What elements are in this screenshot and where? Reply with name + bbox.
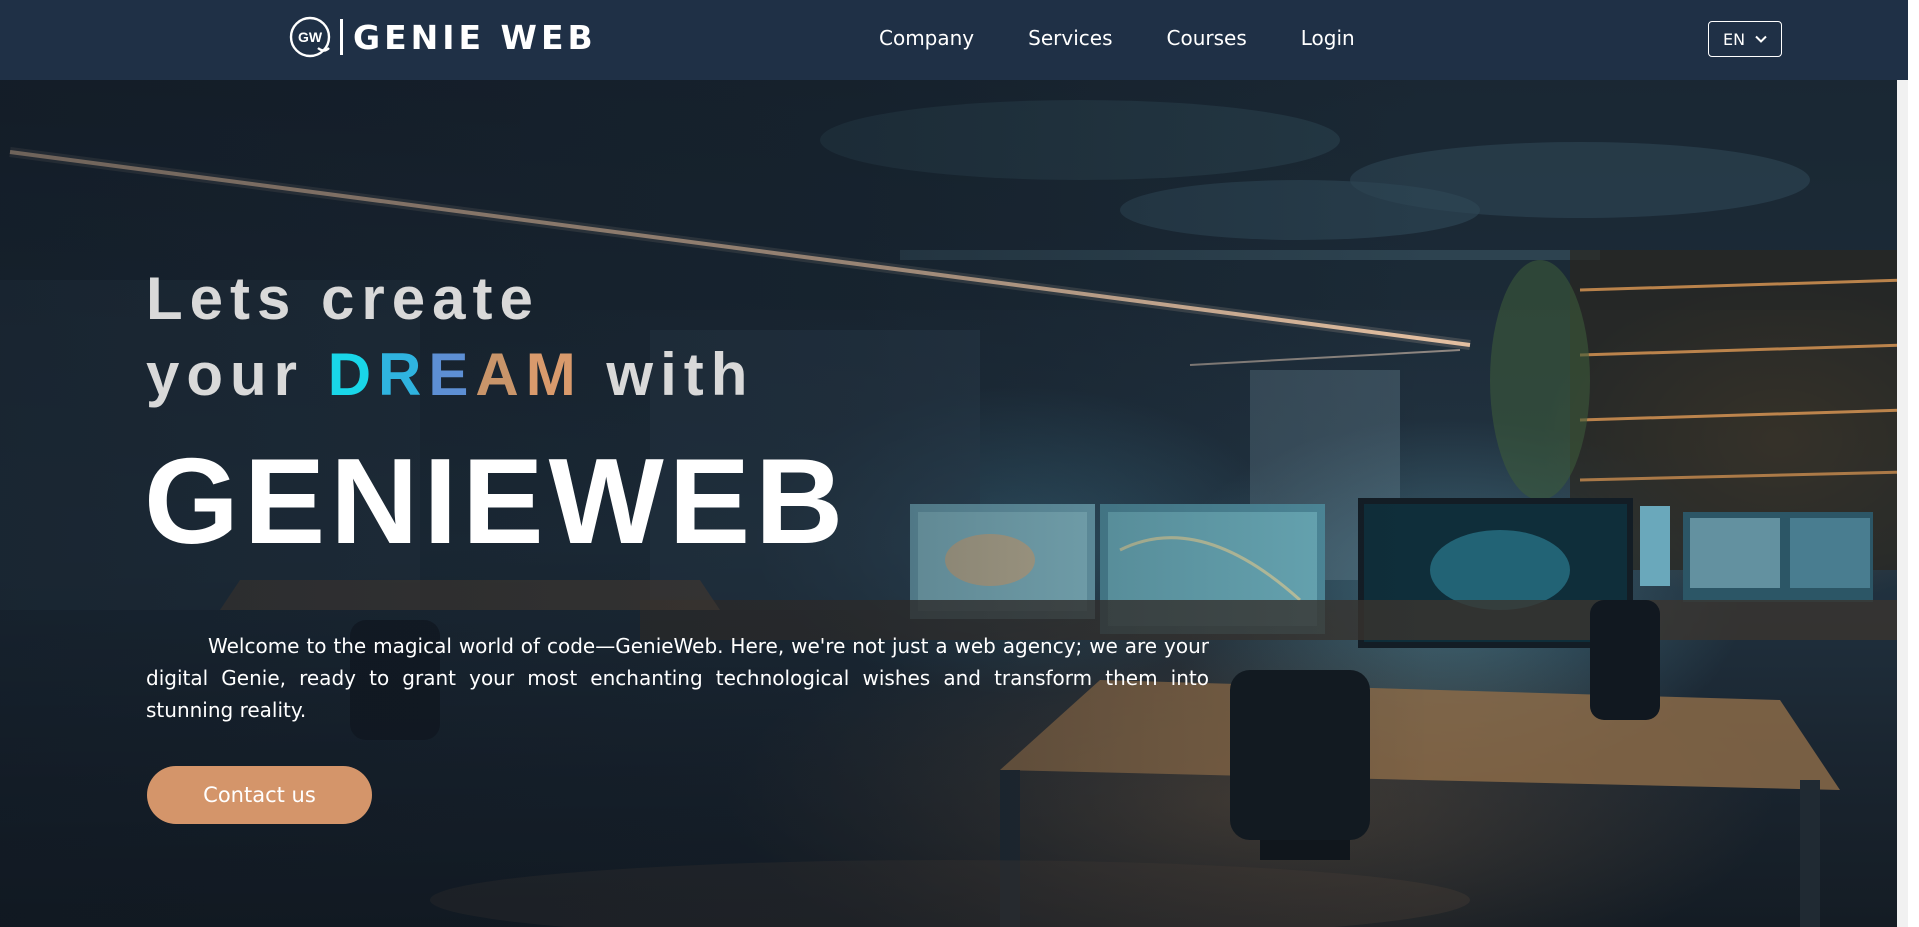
logo-wordmark: GENIE WEB [353, 17, 597, 57]
hero-headline: Lets create your DREAM with [146, 261, 754, 413]
contact-us-button[interactable]: Contact us [147, 766, 372, 824]
nav-services[interactable]: Services [1028, 26, 1112, 50]
chevron-down-icon [1755, 35, 1767, 43]
logo-divider [340, 19, 343, 55]
dream-letter-3: E [428, 341, 476, 408]
headline-line-2: your DREAM with [146, 337, 754, 413]
main-nav: Company Services Courses Login [879, 26, 1409, 50]
page: GW GENIE WEB Company Services Courses Lo… [0, 0, 1908, 927]
nav-company[interactable]: Company [879, 26, 974, 50]
nav-courses[interactable]: Courses [1167, 26, 1247, 50]
headline-line-1: Lets create [146, 265, 540, 332]
dream-letter-2: R [378, 341, 429, 408]
logo-initials: GW [298, 29, 323, 45]
language-select[interactable]: EN [1708, 21, 1782, 57]
dream-letter-5: M [525, 341, 583, 408]
nav-login[interactable]: Login [1301, 26, 1355, 50]
hero-section: Lets create your DREAM with GENIEWEB Wel… [0, 80, 1908, 927]
scrollbar[interactable] [1897, 0, 1908, 927]
dream-letter-1: D [327, 341, 379, 408]
top-navbar: GW GENIE WEB Company Services Courses Lo… [0, 0, 1908, 80]
dream-highlight: DREAM [328, 341, 583, 408]
language-value: EN [1722, 29, 1746, 49]
logo-mark-icon: GW [289, 16, 331, 58]
hero-intro-text: Welcome to the magical world of code—Gen… [146, 634, 1209, 722]
logo[interactable]: GW GENIE WEB [288, 14, 597, 60]
headline-pre: your [146, 341, 305, 408]
headline-post: with [606, 341, 755, 408]
dream-letter-4: A [475, 341, 526, 408]
hero-brand-title: GENIEWEB [144, 433, 849, 569]
